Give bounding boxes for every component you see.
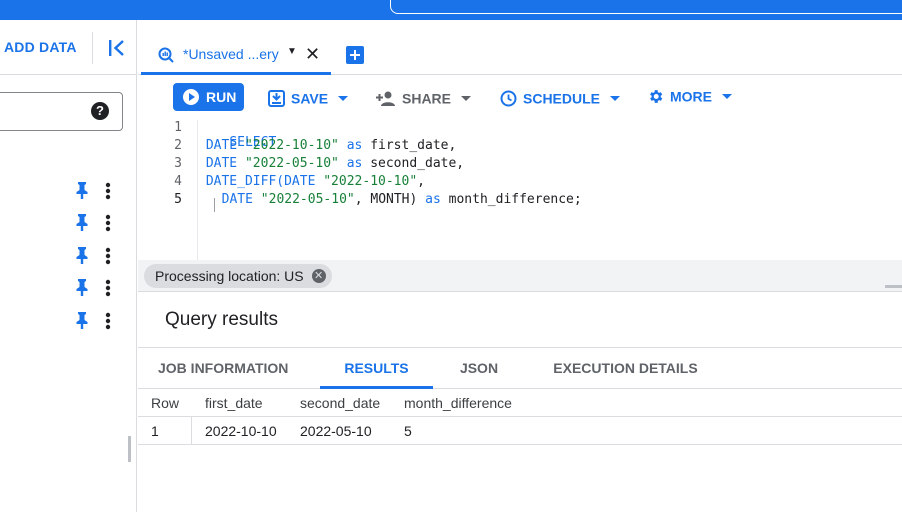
share-label: SHARE (402, 90, 452, 107)
top-app-bar (0, 0, 902, 20)
save-icon (268, 89, 285, 107)
string-literal: "2022-05-10" (260, 192, 355, 207)
more-button[interactable]: MORE (647, 87, 732, 107)
table-cell: 5 (404, 423, 412, 439)
code-line: DATE "2022-10-10" as first_date, (198, 138, 456, 153)
keyword: DATE_DIFF(DATE (198, 174, 324, 189)
pin-icon[interactable] (74, 277, 90, 297)
table-header-row: Row first_date second_date month_differe… (138, 389, 902, 417)
indent-guide (214, 198, 215, 212)
code-line: DATE "2022-05-10", MONTH) as month_diffe… (206, 192, 582, 207)
save-label: SAVE (291, 90, 329, 107)
share-button[interactable]: SHARE (376, 89, 472, 109)
cancel-icon[interactable]: ✕ (311, 269, 326, 283)
resize-handle[interactable] (128, 436, 131, 462)
resource-row (74, 212, 124, 232)
schedule-button[interactable]: SCHEDULE (500, 89, 621, 109)
gear-icon (650, 89, 663, 103)
dropdown-arrow-icon (610, 95, 621, 101)
run-button[interactable]: RUN (173, 83, 244, 111)
schedule-label: SCHEDULE (523, 90, 601, 107)
processing-location-chip[interactable]: Processing location: US ✕ (144, 264, 332, 288)
results-title: Query results (165, 309, 278, 330)
column-header[interactable]: first_date (205, 395, 263, 411)
line-number-gutter: 1 2 3 4 5 (138, 120, 198, 260)
processing-location-label: Processing location: US (155, 268, 304, 284)
column-header[interactable]: second_date (300, 395, 380, 411)
pin-icon[interactable] (74, 180, 90, 200)
keyword: DATE (198, 156, 245, 171)
resize-handle[interactable] (885, 285, 902, 288)
table-row: 1 2022-10-10 2022-05-10 5 (138, 417, 902, 445)
more-vert-icon[interactable] (105, 182, 111, 200)
tab-execution-details[interactable]: EXECUTION DETAILS (548, 348, 703, 389)
pin-icon[interactable] (74, 212, 90, 232)
more-vert-icon[interactable] (105, 279, 111, 297)
tab-unsaved-query[interactable]: *Unsaved ...ery ▼ ✕ (141, 34, 331, 75)
new-tab-plus-icon[interactable] (346, 46, 364, 64)
close-icon[interactable]: ✕ (305, 44, 320, 65)
query-toolbar: RUN SAVE SHARE SCHEDULE MORE (138, 75, 902, 120)
line-number: 1 (174, 120, 182, 135)
line-number: 2 (174, 138, 182, 153)
line-number: 3 (174, 156, 182, 171)
dropdown-arrow-icon (722, 93, 732, 99)
string-literal: "2022-10-10" (244, 138, 339, 153)
clock-icon (500, 90, 517, 107)
identifier: , MONTH) (354, 192, 426, 207)
keyword: as (338, 156, 371, 171)
identifier: month_difference; (440, 192, 582, 207)
processing-location-bar: Processing location: US ✕ (138, 260, 902, 292)
column-header[interactable]: month_difference (404, 395, 512, 411)
code-line: DATE_DIFF(DATE "2022-10-10", (198, 174, 425, 189)
play-icon (183, 89, 199, 105)
help-icon[interactable]: ? (91, 102, 109, 120)
explorer-panel: ADD DATA ? (0, 20, 137, 512)
line-number: 5 (174, 192, 182, 207)
resource-row (74, 277, 124, 297)
collapse-panel-icon[interactable] (106, 36, 128, 60)
code-line: DATE "2022-05-10" as second_date, (198, 156, 464, 171)
more-label: MORE (670, 88, 712, 105)
more-vert-icon[interactable] (105, 312, 111, 330)
sql-editor[interactable]: 1 2 3 4 5 SELECT DATE "2022-10-10" as fi… (138, 120, 902, 260)
person-add-icon (376, 91, 395, 107)
keyword: as (338, 138, 371, 153)
pin-icon[interactable] (74, 310, 90, 330)
add-data-button[interactable]: ADD DATA (4, 39, 77, 55)
punctuation: , (417, 174, 425, 189)
pin-icon[interactable] (74, 245, 90, 265)
line-number: 4 (174, 174, 182, 189)
string-literal: "2022-10-10" (323, 174, 418, 189)
identifier: first_date, (370, 138, 457, 153)
results-tab-bar: JOB INFORMATION RESULTS JSON EXECUTION D… (138, 347, 902, 389)
global-search-input[interactable] (390, 0, 902, 14)
keyword: as (425, 192, 441, 207)
editor-tab-bar: *Unsaved ...ery ▼ ✕ (138, 20, 902, 75)
more-vert-icon[interactable] (105, 214, 111, 232)
run-label: RUN (206, 89, 237, 105)
tab-results[interactable]: RESULTS (320, 348, 433, 389)
keyword: DATE (198, 138, 245, 153)
identifier: second_date, (370, 156, 465, 171)
resource-row (74, 245, 124, 265)
panel-divider (0, 74, 137, 75)
table-cell: 2022-10-10 (205, 423, 277, 439)
dropdown-arrow-icon (461, 95, 472, 101)
tab-label: *Unsaved ...ery (183, 46, 279, 62)
tab-job-information[interactable]: JOB INFORMATION (158, 348, 318, 389)
dropdown-arrow-icon (338, 95, 349, 101)
column-header: Row (151, 395, 180, 411)
tab-json[interactable]: JSON (443, 348, 515, 389)
resource-row (74, 180, 124, 200)
resource-row (74, 310, 124, 330)
table-cell: 1 (151, 423, 159, 439)
query-icon (158, 47, 174, 63)
toolbar-divider (92, 32, 93, 64)
string-literal: "2022-05-10" (244, 156, 339, 171)
more-vert-icon[interactable] (105, 247, 111, 265)
table-cell: 2022-05-10 (300, 423, 372, 439)
chevron-down-icon[interactable]: ▼ (287, 46, 297, 57)
save-button[interactable]: SAVE (268, 89, 349, 109)
